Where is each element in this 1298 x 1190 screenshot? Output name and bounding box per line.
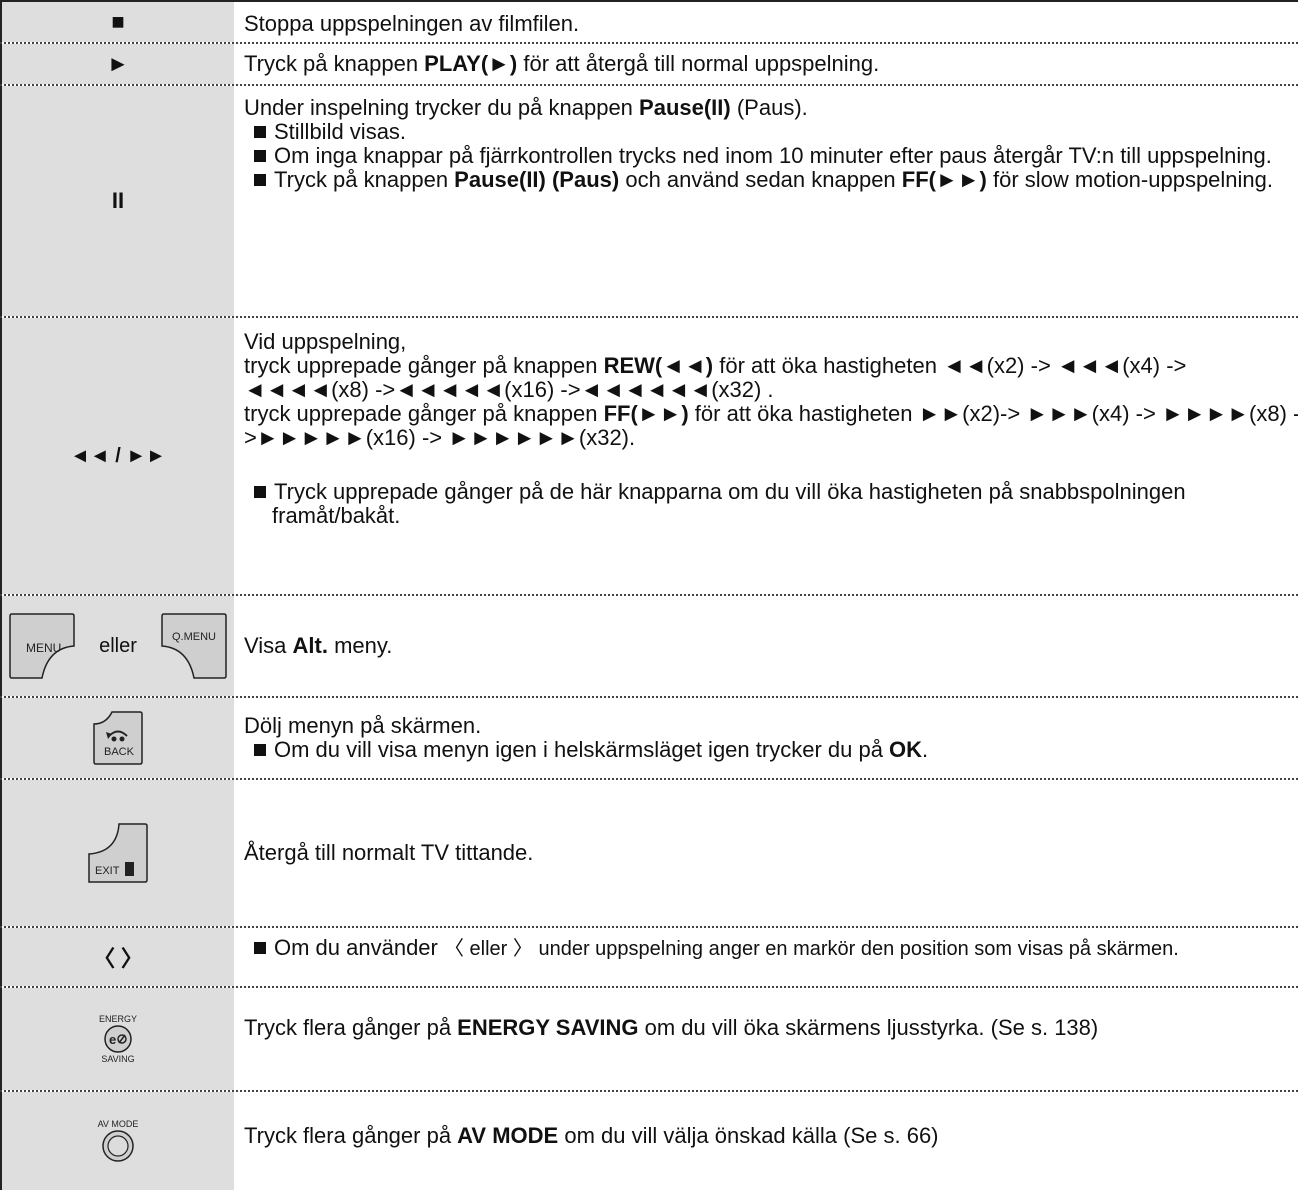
svg-text:Q.MENU: Q.MENU [172,631,216,643]
table-row-exit: EXIT Återgå till normalt TV tittande. [0,778,1298,926]
bullet-item: Stillbild visas. [244,120,1298,144]
row-description: Vid uppspelning, tryck upprepade gånger … [244,318,1298,594]
table-row-stop: ■ Stoppa uppspelningen av filmfilen. [0,0,1298,42]
key-cell: AV MODE [0,1092,234,1190]
row-description: Om du använder 〈 eller 〉 under uppspelni… [244,928,1298,986]
row-description: Tryck flera gånger på AV MODE om du vill… [244,1092,1298,1190]
bullet-item: Om inga knappar på fjärrkontrollen tryck… [244,144,1298,168]
description-text: Dölj menyn på skärmen. [244,713,482,738]
bullet-item: Om du använder 〈 eller 〉 under uppspelni… [244,936,1298,961]
av-mode-label: AV MODE [97,1119,139,1129]
table-row-back: BACK Dölj menyn på skärmen. Om du vill v… [0,696,1298,778]
menu-button-icon: MENU [9,613,75,679]
rew-ff-icon: ◄◄ / ►► [70,444,166,467]
table-row-left-right: 〈 〉 Om du använder 〈 eller 〉 under uppsp… [0,926,1298,986]
description-text: Vid uppspelning, [244,329,407,354]
play-icon: ► [107,51,129,76]
pause-icon: II [111,188,125,213]
svg-text:BACK: BACK [104,746,135,758]
row-description: Återgå till normalt TV tittande. [244,780,1298,926]
svg-text:MENU: MENU [26,641,61,655]
saving-label: SAVING [101,1054,135,1064]
description-text: Stoppa uppspelningen av filmfilen. [244,11,580,36]
row-description: Tryck på knappen PLAY(►) för att återgå … [244,44,1298,84]
row-description: Visa Alt. meny. [244,596,1298,696]
row-description: Dölj menyn på skärmen. Om du vill visa m… [244,698,1298,778]
row-description: Under inspelning trycker du på knappen P… [244,86,1298,316]
description-text: tryck upprepade gånger på knappen FF(►►)… [244,401,1298,450]
description-text: Tryck flera gånger på AV MODE om du vill… [244,1123,939,1148]
description-text: Tryck flera gånger på ENERGY SAVING om d… [244,1015,1099,1040]
table-row-pause: II Under inspelning trycker du på knappe… [0,84,1298,316]
svg-text:EXIT: EXIT [95,865,120,877]
exit-button-icon: EXIT [88,823,148,883]
q-menu-button-icon: Q.MENU [161,613,227,679]
description-text: Visa Alt. meny. [244,633,393,658]
row-description: Tryck flera gånger på ENERGY SAVING om d… [244,988,1298,1090]
key-cell: EXIT [0,780,234,926]
table-row-av-mode: AV MODE Tryck flera gånger på AV MODE om… [0,1090,1298,1190]
bullet-item: Om du vill visa menyn igen i helskärmslä… [244,738,1298,762]
key-cell: II [0,86,234,316]
energy-label: ENERGY [98,1014,137,1024]
bullet-item: Tryck upprepade gånger på de här knappar… [244,480,1298,528]
key-cell: MENU eller Q.MENU [0,596,234,696]
back-button-icon: BACK [93,711,143,765]
table-row-menu: MENU eller Q.MENU Visa Alt. meny. [0,594,1298,696]
stop-icon: ■ [111,9,125,34]
key-cell: BACK [0,698,234,778]
av-mode-icon [102,1130,134,1162]
table-row-play: ► Tryck på knappen PLAY(►) för att återg… [0,42,1298,84]
svg-text:e: e [109,1032,116,1047]
key-cell: ENERGY e SAVING [0,988,234,1090]
description-text: Återgå till normalt TV tittande. [244,840,534,865]
bullet-item: Tryck på knappen Pause(II) (Paus) och an… [244,168,1298,192]
table-row-rew-ff: ◄◄ / ►► Vid uppspelning, tryck upprepade… [0,316,1298,594]
table-row-energy-saving: ENERGY e SAVING Tryck flera gånger på EN… [0,986,1298,1090]
key-cell: ◄◄ / ►► [0,318,234,594]
key-cell: ► [0,44,234,84]
or-label: eller [99,634,137,657]
description-text: Under inspelning trycker du på knappen P… [244,95,808,120]
key-cell: ■ [0,2,234,42]
description-text: Tryck på knappen PLAY(►) för att återgå … [244,51,880,76]
energy-saving-icon: e [104,1025,132,1053]
key-cell: 〈 〉 [0,928,234,986]
row-description: Stoppa uppspelningen av filmfilen. [244,2,1298,42]
description-text: tryck upprepade gånger på knappen REW(◄◄… [244,353,1187,402]
left-right-arrows-icon: 〈 〉 [92,946,144,971]
